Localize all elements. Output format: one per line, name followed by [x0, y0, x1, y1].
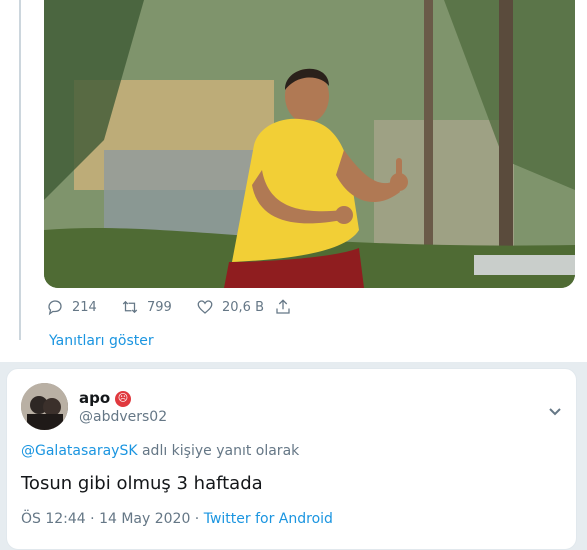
- avatar[interactable]: [21, 383, 68, 430]
- share-icon: [276, 299, 290, 314]
- reply-action[interactable]: 214: [46, 298, 97, 316]
- reply-context: @GalatasaraySK adlı kişiye yanıt olarak: [21, 443, 299, 459]
- chevron-down-icon[interactable]: [548, 403, 562, 417]
- parent-tweet-card: 214 799 20,6 B Yanıtları göster: [0, 0, 587, 362]
- reply-context-text: adlı kişiye yanıt olarak: [137, 443, 300, 459]
- share-action[interactable]: [274, 298, 292, 316]
- heart-icon: [197, 300, 213, 314]
- tweet-time[interactable]: ÖS 12:44: [21, 511, 86, 527]
- tweet-actions: 214 799 20,6 B: [46, 298, 446, 320]
- tweet-meta: ÖS 12:44 · 14 May 2020 · Twitter for And…: [21, 511, 333, 527]
- angry-face-icon: ☹: [115, 391, 131, 407]
- retweet-icon: [122, 300, 138, 314]
- tweet-date[interactable]: 14 May 2020: [99, 511, 190, 527]
- reply-count: 214: [72, 299, 97, 315]
- reply-icon: [48, 300, 62, 316]
- meta-separator: ·: [190, 511, 204, 527]
- retweet-action[interactable]: 799: [121, 298, 172, 316]
- tweet-text: Tosun gibi olmuş 3 haftada: [21, 473, 263, 494]
- retweet-count: 799: [147, 299, 172, 315]
- mention-link[interactable]: @GalatasaraySK: [21, 443, 138, 459]
- like-count: 20,6 B: [222, 299, 264, 315]
- client-link[interactable]: Twitter for Android: [204, 511, 333, 527]
- reply-tweet-card[interactable]: apo ☹ @abdvers02 @GalatasaraySK adlı kiş…: [6, 368, 577, 550]
- avatar-image: [21, 383, 68, 430]
- photo-illustration: [44, 0, 575, 288]
- like-action[interactable]: 20,6 B: [196, 298, 264, 316]
- author-name[interactable]: apo: [79, 389, 110, 407]
- thread-line: [19, 0, 21, 340]
- tweet-photo[interactable]: [44, 0, 575, 288]
- author-handle[interactable]: @abdvers02: [79, 409, 167, 425]
- meta-separator: ·: [85, 511, 100, 527]
- show-replies-link[interactable]: Yanıtları göster: [49, 333, 154, 349]
